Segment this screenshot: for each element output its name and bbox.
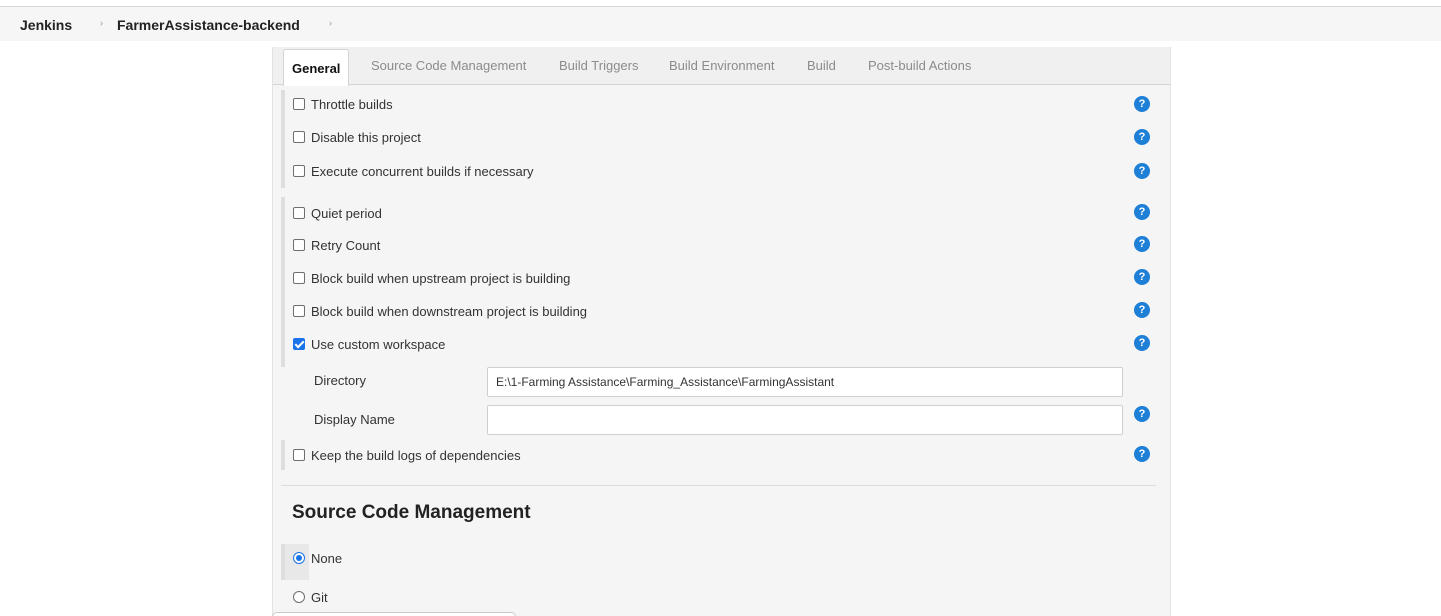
scm-option-git[interactable]: Git xyxy=(293,587,328,607)
display-name-label: Display Name xyxy=(314,412,395,427)
scm-none-label: None xyxy=(311,550,343,566)
option-disable-project[interactable]: Disable this project xyxy=(293,127,421,147)
keep-build-logs-checkbox[interactable] xyxy=(293,449,305,461)
scm-none-radio[interactable] xyxy=(293,552,305,564)
tab-build-triggers[interactable]: Build Triggers xyxy=(559,58,638,73)
section-divider xyxy=(281,485,1156,486)
directory-label: Directory xyxy=(314,373,367,388)
scm-git-label: Git xyxy=(311,589,328,605)
block-downstream-help-icon[interactable]: ? xyxy=(1134,302,1150,318)
bottom-floating-bar xyxy=(272,612,516,616)
option-block-downstream[interactable]: Block build when downstream project is b… xyxy=(293,301,587,321)
breadcrumb-project-menu-icon[interactable]: › xyxy=(329,18,332,28)
option-block-upstream[interactable]: Block build when upstream project is bui… xyxy=(293,268,570,288)
keep-build-logs-help-icon[interactable]: ? xyxy=(1134,446,1150,462)
breadcrumb-separator-icon: › xyxy=(100,18,103,28)
option-group-bar xyxy=(281,90,285,188)
scm-git-radio[interactable] xyxy=(293,591,305,603)
block-upstream-help-icon[interactable]: ? xyxy=(1134,269,1150,285)
breadcrumb: Jenkins › FarmerAssistance-backend › xyxy=(0,7,1441,41)
config-panel: General Source Code Management Build Tri… xyxy=(272,47,1171,616)
throttle-builds-help-icon[interactable]: ? xyxy=(1134,96,1150,112)
tab-build-environment[interactable]: Build Environment xyxy=(669,58,775,73)
option-throttle-builds[interactable]: Throttle builds xyxy=(293,94,393,114)
retry-count-help-icon[interactable]: ? xyxy=(1134,236,1150,252)
concurrent-builds-checkbox[interactable] xyxy=(293,165,305,177)
custom-workspace-checkbox[interactable] xyxy=(293,338,305,350)
scm-section-heading: Source Code Management xyxy=(292,502,531,523)
concurrent-builds-label: Execute concurrent builds if necessary xyxy=(311,163,534,179)
retry-count-checkbox[interactable] xyxy=(293,239,305,251)
breadcrumb-jenkins-link[interactable]: Jenkins xyxy=(20,17,72,33)
tab-general[interactable]: General xyxy=(283,49,350,86)
block-upstream-checkbox[interactable] xyxy=(293,272,305,284)
option-retry-count[interactable]: Retry Count xyxy=(293,235,380,255)
throttle-builds-label: Throttle builds xyxy=(311,96,393,112)
retry-count-label: Retry Count xyxy=(311,237,381,253)
breadcrumb-project-link[interactable]: FarmerAssistance-backend xyxy=(117,17,300,33)
display-name-help-icon[interactable]: ? xyxy=(1134,406,1150,422)
option-custom-workspace[interactable]: Use custom workspace xyxy=(293,334,445,354)
tab-post-build-actions[interactable]: Post-build Actions xyxy=(868,58,971,73)
scm-option-none[interactable]: None xyxy=(293,548,342,568)
disable-project-label: Disable this project xyxy=(311,129,421,145)
keep-build-logs-label: Keep the build logs of dependencies xyxy=(311,447,521,463)
quiet-period-label: Quiet period xyxy=(311,205,382,221)
quiet-period-help-icon[interactable]: ? xyxy=(1134,204,1150,220)
tab-source-code-management[interactable]: Source Code Management xyxy=(371,58,526,73)
directory-input[interactable] xyxy=(487,367,1123,397)
custom-workspace-help-icon[interactable]: ? xyxy=(1134,335,1150,351)
quiet-period-checkbox[interactable] xyxy=(293,207,305,219)
concurrent-builds-help-icon[interactable]: ? xyxy=(1134,163,1150,179)
throttle-builds-checkbox[interactable] xyxy=(293,98,305,110)
custom-workspace-label: Use custom workspace xyxy=(311,336,446,352)
block-downstream-checkbox[interactable] xyxy=(293,305,305,317)
disable-project-help-icon[interactable]: ? xyxy=(1134,129,1150,145)
option-concurrent-builds[interactable]: Execute concurrent builds if necessary xyxy=(293,161,534,181)
option-keep-build-logs[interactable]: Keep the build logs of dependencies xyxy=(293,445,521,465)
disable-project-checkbox[interactable] xyxy=(293,131,305,143)
tab-build[interactable]: Build xyxy=(807,58,836,73)
block-upstream-label: Block build when upstream project is bui… xyxy=(311,270,571,286)
block-downstream-label: Block build when downstream project is b… xyxy=(311,303,588,319)
config-tabbar: General Source Code Management Build Tri… xyxy=(273,47,1170,86)
option-group-bar xyxy=(281,197,285,367)
option-quiet-period[interactable]: Quiet period xyxy=(293,203,382,223)
display-name-input[interactable] xyxy=(487,405,1123,435)
option-group-bar xyxy=(281,440,285,470)
